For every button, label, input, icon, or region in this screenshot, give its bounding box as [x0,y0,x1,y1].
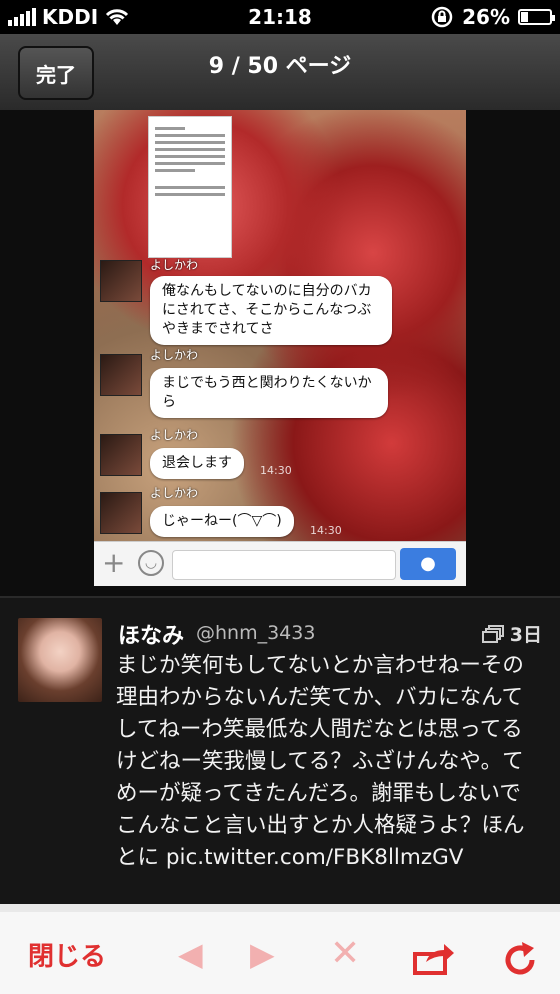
message-bubble: まじでもう西と関わりたくないから [150,368,388,418]
nav-bar: 完了 9 / 50 ページ [0,34,560,111]
tweet-age: 3日 [481,620,542,647]
message-bubble: 俺なんもしてないのに自分のバカにされてさ、そこからこんなつぶやきまでされてさ [150,276,392,345]
message-bubble: 退会します [150,448,244,479]
photo-viewer[interactable]: よしかわ 俺なんもしてないのに自分のバカにされてさ、そこからこんなつぶやきまでさ… [0,110,560,596]
message-sender: よしかわ [150,258,199,272]
delete-icon[interactable]: ✕ [330,934,360,974]
avatar [100,354,142,396]
emoji-icon: ◡ [138,550,164,576]
battery-icon [518,9,555,25]
avatar [100,492,142,534]
battery-percent: 26% [462,5,510,29]
plus-icon: + [102,546,126,579]
message-time: 14:30 [310,524,342,537]
rotation-lock-icon [431,6,453,28]
page-title: 9 / 50 ページ [208,54,352,79]
tweet-text: まじか笑何もしてないとか言わせねーその理由わからないんだ笑てか、バカになんてして… [116,653,525,870]
user-name[interactable]: ほなみ [118,618,184,650]
user-handle[interactable]: @hnm_3433 [196,622,315,644]
tweet-card[interactable]: ほなみ @hnm_3433 3日 まじか笑何もしてないとか言わせねーその理由わか… [0,596,560,906]
message-sender: よしかわ [150,348,199,362]
message-bubble: じゃーねー(⌒▽⌒) [150,506,294,537]
refresh-icon[interactable] [500,940,540,980]
chat-text-field [172,550,396,580]
mic-icon: ● [400,548,456,580]
screenshot-thumbnail [148,116,232,258]
status-bar: KDDI 21:18 26% [0,0,560,34]
message-time: 14:30 [260,464,292,477]
chat-input-bar: + ◡ ● [94,541,466,586]
avatar [100,434,142,476]
prev-icon[interactable]: ◀ [178,934,203,974]
tweet-age-label: 3日 [509,624,542,646]
attached-photo: よしかわ 俺なんもしてないのに自分のバカにされてさ、そこからこんなつぶやきまでさ… [94,110,466,586]
close-button[interactable]: 閉じる [28,936,106,973]
message-sender: よしかわ [150,486,199,500]
avatar[interactable] [18,618,102,702]
gallery-icon [481,624,504,643]
message-sender: よしかわ [150,428,199,442]
next-icon[interactable]: ▶ [250,934,275,974]
bottom-toolbar: 閉じる ◀ ▶ ✕ [0,904,560,994]
avatar [100,260,142,302]
share-icon[interactable] [412,942,456,976]
